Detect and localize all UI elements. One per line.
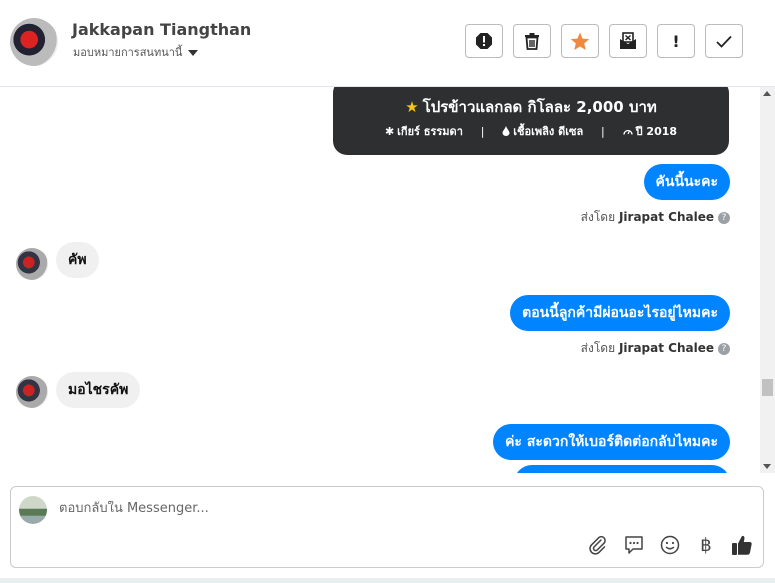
assign-conversation-dropdown[interactable]: มอบหมายการสนทนานี้	[73, 43, 199, 61]
like-button[interactable]	[730, 533, 754, 557]
follow-up-button[interactable]: !	[657, 24, 695, 58]
card-promo-text: โปรข้าวแลกลด กิโลละ 2,000 บาท	[422, 98, 657, 116]
message-outgoing[interactable]: ตอนนี้ลูกค้ามีผ่อนอะไรอยู่ไหมคะ	[510, 295, 730, 331]
paperclip-icon	[589, 535, 606, 555]
card-year: ปี 2018	[635, 125, 678, 138]
divider: |	[601, 125, 605, 138]
scroll-down-arrow-icon[interactable]	[763, 464, 771, 469]
help-icon[interactable]: ?	[718, 211, 730, 224]
sent-by-label: ส่งโดย Jirapat Chalee?	[581, 339, 730, 358]
gauge-icon	[622, 129, 633, 135]
trash-icon	[525, 33, 539, 50]
emoji-button[interactable]	[658, 533, 682, 557]
message-thread: ★ โปรข้าวแลกลด กิโลละ 2,000 บาท ✱ เกียร์ ธ…	[0, 87, 760, 473]
payment-button[interactable]: ฿	[694, 533, 718, 557]
contact-avatar-small[interactable]	[16, 248, 48, 280]
attach-button[interactable]	[586, 533, 610, 557]
star-icon	[570, 32, 590, 50]
mark-spam-button[interactable]	[465, 24, 503, 58]
sent-by-prefix: ส่งโดย	[580, 341, 616, 355]
check-icon	[716, 35, 732, 48]
contact-avatar-small[interactable]	[16, 376, 48, 408]
reply-composer: ฿	[10, 486, 764, 568]
mark-done-button[interactable]	[705, 24, 743, 58]
message-incoming[interactable]: มอไชรคัพ	[56, 372, 141, 408]
reply-input[interactable]	[59, 501, 559, 516]
card-gear: เกียร์ ธรรมดา	[397, 125, 463, 138]
fuel-drop-icon	[502, 126, 510, 136]
caret-down-icon	[188, 50, 199, 56]
card-promo: ★ โปรข้าวแลกลด กิโลละ 2,000 บาท	[333, 95, 729, 119]
chat-bubble-icon	[625, 536, 643, 554]
product-card[interactable]: ★ โปรข้าวแลกลด กิโลละ 2,000 บาท ✱ เกียร์ ธ…	[333, 87, 729, 155]
alert-octagon-icon	[476, 33, 492, 49]
sender-name: Jirapat Chalee	[618, 210, 714, 224]
scrollbar-thumb[interactable]	[762, 379, 773, 396]
baht-icon: ฿	[700, 534, 712, 556]
message-incoming[interactable]: คัพ	[56, 242, 99, 278]
conversation-header: Jakkapan Tiangthan มอบหมายการสนทนานี้ !	[0, 0, 775, 87]
mail-x-icon	[620, 32, 636, 49]
mark-unread-button[interactable]	[609, 24, 647, 58]
thumbs-up-icon	[732, 535, 752, 555]
divider: |	[480, 125, 485, 138]
sent-by-prefix: ส่งโดย	[580, 210, 616, 224]
scroll-up-arrow-icon[interactable]	[763, 91, 771, 96]
help-icon[interactable]: ?	[718, 342, 730, 355]
gear-icon: ✱	[384, 125, 395, 138]
star-conversation-button[interactable]	[561, 24, 599, 58]
contact-name[interactable]: Jakkapan Tiangthan	[72, 20, 251, 39]
smiley-icon	[660, 535, 680, 555]
card-specs: ✱ เกียร์ ธรรมดา | เชื้อเพลิง ดีเซล | ปี 2…	[333, 122, 729, 140]
bottom-strip	[0, 578, 775, 583]
delete-button[interactable]	[513, 24, 551, 58]
chat-scrollbar[interactable]	[760, 87, 775, 473]
sender-name: Jirapat Chalee	[618, 341, 714, 355]
saved-replies-button[interactable]	[622, 533, 646, 557]
sent-by-label: ส่งโดย Jirapat Chalee?	[581, 208, 730, 227]
assign-label: มอบหมายการสนทนานี้	[73, 46, 183, 59]
message-outgoing[interactable]: คันนี้นะคะ	[643, 164, 730, 200]
contact-avatar[interactable]	[10, 18, 58, 66]
card-fuel: เชื้อเพลิง ดีเซล	[513, 125, 584, 138]
star-icon: ★	[405, 98, 419, 116]
exclamation-icon: !	[672, 31, 680, 51]
page-avatar	[19, 496, 47, 524]
message-outgoing[interactable]: ค่ะ สะดวกให้เบอร์ติดต่อกลับไหมคะ	[493, 424, 730, 460]
message-outgoing-partial[interactable]	[514, 465, 730, 473]
